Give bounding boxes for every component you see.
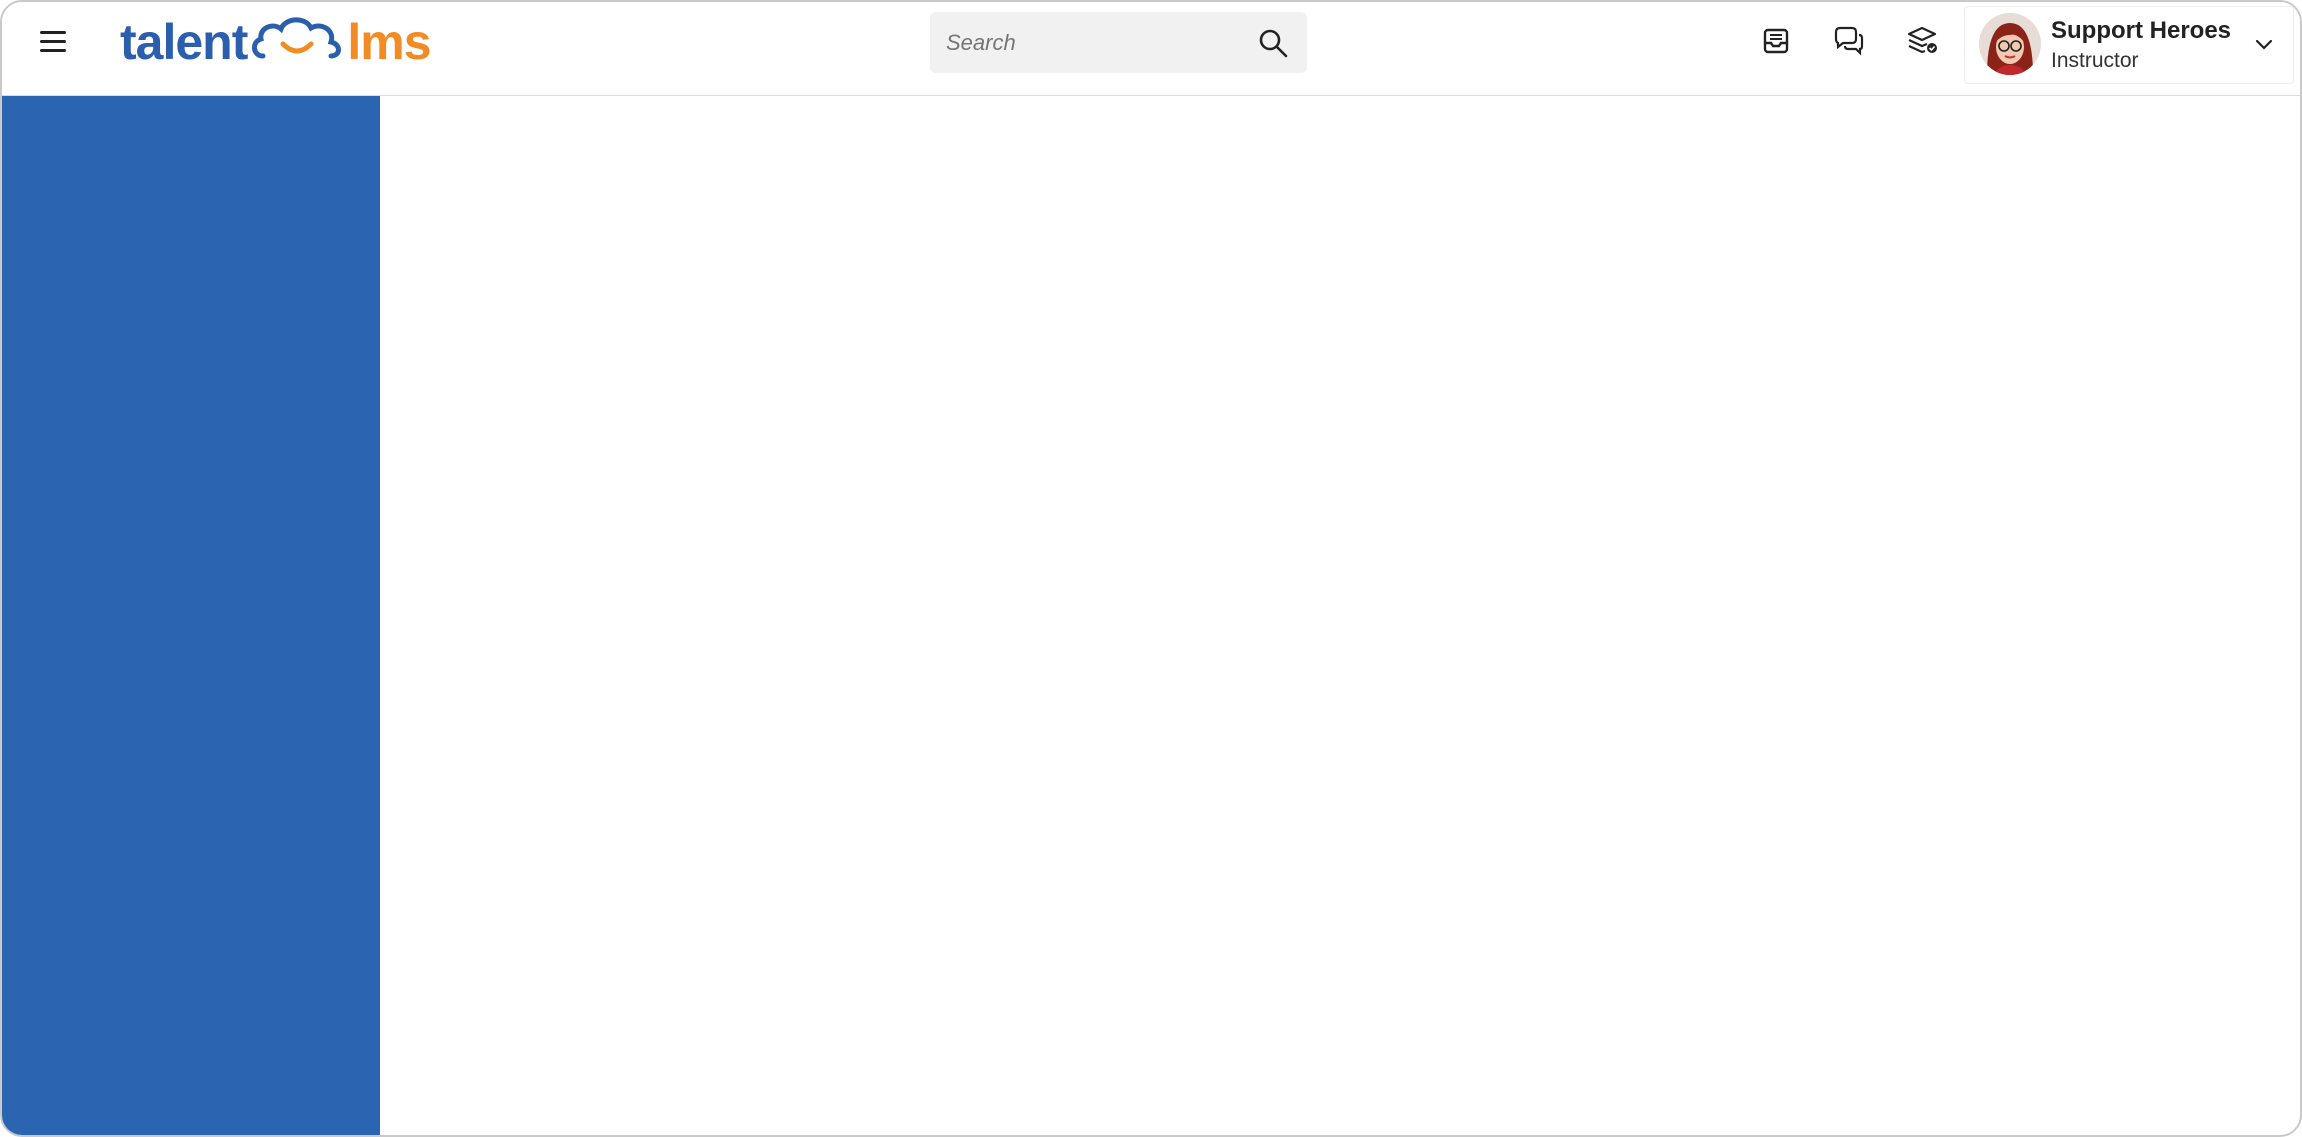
- chevron-down-icon[interactable]: [2253, 33, 2275, 55]
- cloud-smile-icon: [252, 17, 342, 59]
- sidebar: [2, 96, 380, 1135]
- courses-stack-icon[interactable]: [1905, 24, 1939, 58]
- avatar: [1979, 13, 2041, 75]
- global-search: [930, 12, 1307, 73]
- app-window: talent lms Search Support Heroes Instruc…: [0, 0, 2302, 1137]
- chat-icon[interactable]: [1832, 24, 1866, 58]
- talentlms-logo[interactable]: talent lms: [120, 12, 432, 72]
- search-icon[interactable]: [1257, 27, 1289, 59]
- inbox-icon[interactable]: [1759, 24, 1793, 58]
- top-bar: talent lms Search Support Heroes Instruc…: [2, 2, 2300, 96]
- global-search-input[interactable]: [946, 12, 1246, 73]
- sidebar-item-home[interactable]: [12, 96, 362, 156]
- user-role: Instructor: [2051, 49, 2139, 72]
- hamburger-menu-icon[interactable]: [40, 31, 66, 53]
- user-name: Support Heroes: [2051, 17, 2232, 44]
- user-menu[interactable]: Support Heroes Instructor: [1964, 6, 2294, 84]
